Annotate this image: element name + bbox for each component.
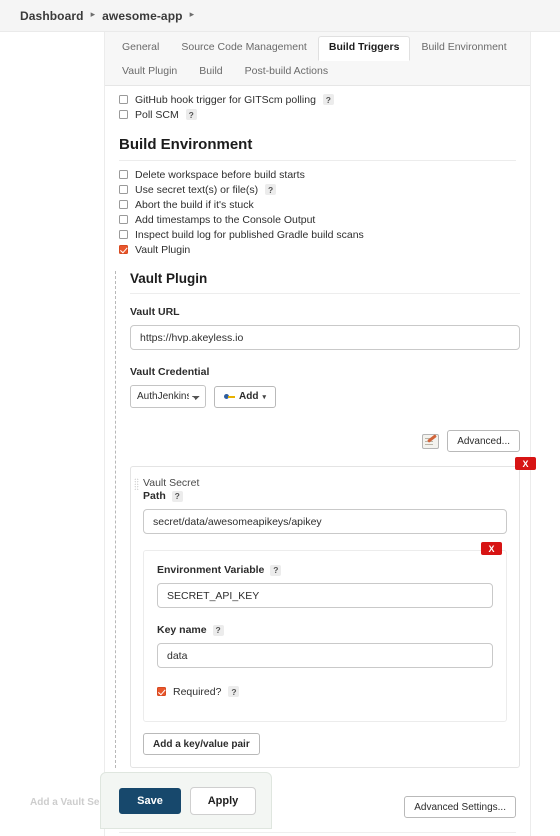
environment-variable-label: Environment Variable ? [157, 564, 493, 576]
help-icon[interactable]: ? [270, 564, 282, 576]
add-key-value-pair-button[interactable]: Add a key/value pair [143, 733, 260, 755]
apply-button[interactable]: Apply [190, 786, 256, 815]
vault-url-label: Vault URL [130, 306, 520, 318]
checkbox-row-add-timestamps[interactable]: Add timestamps to the Console Output [105, 212, 530, 227]
checkbox-label: Poll SCM [135, 108, 179, 121]
key-value-pair-card: X Environment Variable ? Key name ? [143, 542, 507, 722]
form-action-bar: Save Apply [100, 772, 272, 829]
checkbox-abort-build-stuck[interactable] [119, 200, 128, 209]
vault-credential-row: AuthJenkins Add ▾ [130, 385, 520, 408]
checkbox-vault-plugin[interactable] [119, 245, 128, 254]
page-root: Dashboard ▸ awesome-app ▸ General Source… [0, 0, 560, 836]
breadcrumb-separator-icon: ▸ [90, 9, 96, 19]
advanced-settings-button[interactable]: Advanced Settings... [404, 796, 516, 818]
tab-general[interactable]: General [111, 37, 170, 60]
tabbar-row-1: General Source Code Management Build Tri… [105, 32, 530, 61]
key-name-label: Key name ? [157, 624, 493, 636]
checkbox-required[interactable] [157, 687, 166, 696]
tab-vault-plugin[interactable]: Vault Plugin [111, 61, 188, 84]
checkbox-label: Delete workspace before build starts [135, 168, 305, 181]
path-label: Path ? [143, 490, 507, 502]
checkbox-use-secret-text[interactable] [119, 185, 128, 194]
help-icon[interactable]: ? [212, 624, 224, 636]
checkbox-delete-workspace[interactable] [119, 170, 128, 179]
build-triggers-options: GitHub hook trigger for GITScm polling ?… [105, 92, 530, 122]
tab-build[interactable]: Build [188, 61, 233, 84]
path-label-text: Path [143, 490, 166, 502]
edit-pencil-icon[interactable] [422, 433, 440, 449]
checkbox-row-use-secret-text[interactable]: Use secret text(s) or file(s) ? [105, 182, 530, 197]
advanced-row: Advanced... [130, 430, 520, 452]
checkbox-label: Add timestamps to the Console Output [135, 213, 316, 226]
checkbox-label: Required? [173, 685, 222, 698]
config-panel: General Source Code Management Build Tri… [104, 32, 536, 836]
advanced-button[interactable]: Advanced... [447, 430, 520, 452]
vault-secret-title: Vault Secret [143, 477, 200, 489]
add-credential-button-label: Add [239, 391, 259, 402]
checkbox-row-abort-build-stuck[interactable]: Abort the build if it's stuck [105, 197, 530, 212]
build-environment-heading: Build Environment [119, 136, 516, 161]
environment-variable-label-text: Environment Variable [157, 564, 265, 576]
help-icon[interactable]: ? [228, 686, 240, 697]
checkbox-label: Inspect build log for published Gradle b… [135, 228, 364, 241]
add-key-value-pair-row: Add a key/value pair [143, 733, 507, 755]
checkbox-label: Use secret text(s) or file(s) [135, 183, 259, 196]
environment-variable-input[interactable] [157, 583, 493, 608]
add-credential-button[interactable]: Add ▾ [214, 385, 276, 408]
vault-url-label-text: Vault URL [130, 306, 180, 318]
delete-vault-secret-button[interactable]: X [515, 457, 536, 470]
help-icon[interactable]: ? [171, 490, 183, 502]
vault-credential-label-text: Vault Credential [130, 366, 210, 378]
checkbox-row-delete-workspace[interactable]: Delete workspace before build starts [105, 167, 530, 182]
tab-build-environment[interactable]: Build Environment [410, 37, 517, 60]
tab-build-triggers[interactable]: Build Triggers [317, 36, 411, 61]
tab-post-build-actions[interactable]: Post-build Actions [234, 61, 339, 84]
checkbox-row-vault-plugin[interactable]: Vault Plugin [105, 242, 530, 257]
tab-source-code-management[interactable]: Source Code Management [170, 37, 318, 60]
path-input[interactable] [143, 509, 507, 534]
checkbox-label: Abort the build if it's stuck [135, 198, 254, 211]
key-name-input[interactable] [157, 643, 493, 668]
vault-credential-select[interactable]: AuthJenkins [130, 385, 206, 408]
vault-credential-label: Vault Credential [130, 366, 520, 378]
checkbox-github-hook-trigger[interactable] [119, 95, 128, 104]
vault-secret-card: X Vault Secret Path ? X Environment Vari… [130, 457, 536, 768]
build-environment-options: Delete workspace before build starts Use… [105, 167, 530, 257]
checkbox-poll-scm[interactable] [119, 110, 128, 119]
vault-plugin-section: Vault Plugin Vault URL Vault Credential … [115, 271, 536, 768]
delete-key-value-pair-button[interactable]: X [481, 542, 502, 555]
config-body: GitHub hook trigger for GITScm polling ?… [105, 86, 536, 833]
checkbox-row-inspect-build-log[interactable]: Inspect build log for published Gradle b… [105, 227, 530, 242]
breadcrumb: Dashboard ▸ awesome-app ▸ [0, 0, 560, 32]
help-icon[interactable]: ? [185, 109, 197, 120]
checkbox-row-github-hook-trigger[interactable]: GitHub hook trigger for GITScm polling ? [105, 92, 530, 107]
drag-handle-icon[interactable] [134, 478, 139, 491]
chevron-down-icon: ▾ [262, 393, 266, 401]
checkbox-label: Vault Plugin [135, 243, 191, 256]
vault-url-input[interactable] [130, 325, 520, 350]
tabbar-row-2: Vault Plugin Build Post-build Actions [105, 60, 530, 85]
save-button[interactable]: Save [119, 787, 181, 814]
help-icon[interactable]: ? [322, 94, 334, 105]
help-icon[interactable]: ? [265, 184, 277, 195]
breadcrumb-item-awesome-app[interactable]: awesome-app [102, 9, 182, 23]
checkbox-label: GitHub hook trigger for GITScm polling [135, 93, 316, 106]
checkbox-row-poll-scm[interactable]: Poll SCM ? [105, 107, 530, 122]
checkbox-inspect-build-log[interactable] [119, 230, 128, 239]
breadcrumb-item-dashboard[interactable]: Dashboard [20, 9, 84, 23]
config-tabbar: General Source Code Management Build Tri… [105, 32, 530, 86]
breadcrumb-dropdown-icon[interactable]: ▸ [190, 9, 195, 20]
key-name-label-text: Key name [157, 624, 207, 636]
checkbox-row-required[interactable]: Required? ? [157, 684, 493, 699]
checkbox-add-timestamps[interactable] [119, 215, 128, 224]
vault-plugin-title: Vault Plugin [130, 271, 520, 294]
key-icon [224, 392, 235, 401]
